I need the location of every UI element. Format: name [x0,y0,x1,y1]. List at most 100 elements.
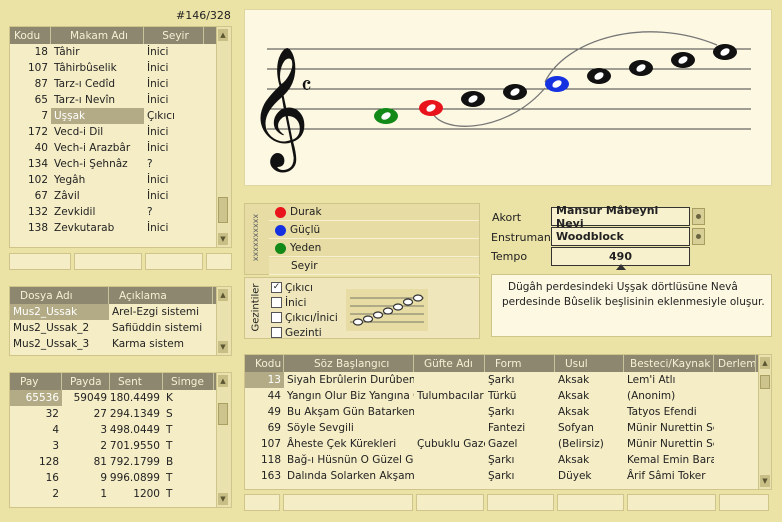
scroll-down-icon[interactable]: ▼ [218,493,228,505]
table-row[interactable]: 102 Yegâh İnici [10,172,231,188]
table-cell: Fantezi [488,422,526,434]
col-pay[interactable]: Pay [10,373,62,390]
table-row[interactable]: 132 Zevkidil? [10,204,231,220]
akort-select-button[interactable] [692,208,705,225]
record-counter: #146/328 [176,9,231,22]
table-cell: Vech-i Arazbâr [54,142,131,154]
table-row[interactable]: 16 9 996.0899 T [10,470,231,486]
akort-field[interactable]: Mansur Mâbeyni Neyi [551,204,690,230]
table-row[interactable]: 18 Tâhir İnici [10,44,231,60]
table-cell: Uşşak [51,108,144,124]
col-dosya-adi[interactable]: Dosya Adı [10,287,109,304]
gezinti-checkbox[interactable]: ✓ Çıkıcı [271,280,338,295]
table-row[interactable]: 65536 59049 180.4499 K [10,390,231,406]
table-row[interactable]: 32 27 294.1349 S [10,406,231,422]
table-row[interactable]: 65 Tarz-ı Nevîn İnici [10,92,231,108]
table-row[interactable]: 138 Zevkutarab İnici [10,220,231,236]
scroll-thumb[interactable] [218,403,228,425]
scroll-thumb[interactable] [760,375,770,389]
table-row[interactable]: 172 Vecd-i Dil İnici [10,124,231,140]
table-cell: Aksak [558,406,590,418]
table-cell: Ârif Sâmi Toker [627,470,706,482]
table-row[interactable]: 128 81 792.1799 B [10,454,231,470]
table-row[interactable]: 13 Siyah Ebrûlerin Durûben Ç Şarkı Aksak Lem… [245,372,771,388]
gezinti-checkbox[interactable]: Gezinti [271,325,338,340]
scroll-down-icon[interactable]: ▼ [760,475,770,487]
scroll-down-icon[interactable]: ▼ [218,341,228,353]
table-row[interactable]: 67 Zâvil İnici [10,188,231,204]
scroll-up-icon[interactable]: ▲ [218,375,228,387]
songs-table-body: 13 Siyah Ebrûlerin Durûben Ç Şarkı Aksak Lem… [245,372,771,484]
table-row[interactable]: 163 Dalında Solarken Akşamın Şarkı Düyek Âri… [245,468,771,484]
table-row[interactable]: Mus2_Ussak_2 Safiüddin sistemi [10,320,231,336]
table-cell: T [166,440,173,452]
enstruman-select-button[interactable] [692,228,705,245]
legend-label: Güçlü [290,224,321,236]
table-cell: 1 [100,488,107,500]
table-cell: 2 [52,488,59,500]
legend-dot-icon [275,224,286,236]
col-kodu[interactable]: Kodu [10,27,51,44]
scroll-up-icon[interactable]: ▲ [218,289,228,301]
makam-scrollbar[interactable]: ▲ ▼ [216,27,231,247]
table-cell: 1200 [133,488,160,500]
col-aciklama[interactable]: Açıklama [109,287,213,304]
col-payda[interactable]: Payda [62,373,110,390]
table-cell: İnici [147,46,169,58]
scroll-down-icon[interactable]: ▼ [218,233,228,245]
table-row[interactable]: Mus2_Ussak Arel-Ezgi sistemi [10,304,231,320]
table-row[interactable]: 3 2 701.9550 T [10,438,231,454]
col-form[interactable]: Form [485,355,555,372]
table-row[interactable]: 40 Vech-i Arazbâr İnici [10,140,231,156]
col-gufte-adi[interactable]: Güfte Adı [414,355,485,372]
col-makam-adi[interactable]: Makam Adı [51,27,144,44]
table-cell: Tatyos Efendi [627,406,697,418]
col-seyir[interactable]: Seyir [144,27,204,44]
table-cell: 3 [52,440,59,452]
table-row[interactable]: 134 Vech-i Şehnâz? [10,156,231,172]
gezinti-checkbox[interactable]: İnici [271,295,338,310]
table-cell: 65 [34,94,48,106]
scroll-up-icon[interactable]: ▲ [218,29,228,41]
gezinti-checkbox[interactable]: Çıkıcı/İnici [271,310,338,325]
tempo-slider-arrow-icon[interactable] [616,264,626,270]
table-cell: İnici [147,78,169,90]
ratio-scrollbar[interactable]: ▲ ▼ [216,373,231,507]
table-cell: Mus2_Ussak_2 [13,322,90,334]
table-row[interactable]: 4 3 498.0449 T [10,422,231,438]
table-cell: 172 [27,126,48,138]
table-cell: Türkü [488,390,517,402]
scroll-up-icon[interactable]: ▲ [760,357,770,369]
col-song-kodu[interactable]: Kodu [245,355,284,372]
table-row[interactable]: 87 Tarz-ı Cedîd İnici [10,76,231,92]
table-cell: Münir Nurettin Sel [627,422,714,434]
table-row[interactable]: 107 Tâhirbûselik İnici [10,60,231,76]
table-row[interactable]: 2 1 1200 T [10,486,231,502]
table-cell: Karma sistem [112,338,184,350]
col-soz-baslangici[interactable]: Söz Başlangıcı [284,355,414,372]
table-cell: Bu Akşam Gün Batarken Ge [287,406,414,418]
table-cell: 294.1349 [110,408,160,420]
table-row[interactable]: 107 Âheste Çek Kürekleri Çubuklu Gaze Gazel… [245,436,771,452]
table-cell: B [166,456,174,468]
table-row[interactable]: 49 Bu Akşam Gün Batarken Ge Şarkı Aksak Taty… [245,404,771,420]
tempo-label: Tempo [491,250,528,263]
songs-scrollbar[interactable]: ▲ ▼ [758,355,771,489]
scroll-thumb[interactable] [218,197,228,223]
table-row[interactable]: 69 Söyle Sevgili Fantezi Sofyan Münir Nurett… [245,420,771,436]
table-cell: Düyek [558,470,592,482]
table-cell: 138 [27,222,48,234]
table-cell: Şarkı [488,454,515,466]
dosya-scrollbar[interactable]: ▲ ▼ [216,287,231,355]
enstruman-field[interactable]: Woodblock [551,227,690,246]
table-row[interactable]: 44 Yangın Olur Biz Yangına Gi Tulumbacılar… [245,388,771,404]
table-row[interactable]: Mus2_Ussak_3 Karma sistem [10,336,231,352]
table-cell: Aksak [558,390,590,402]
table-row[interactable]: 118 Bağ-ı Hüsnün O Güzel Gülle Şarkı Aksak K… [245,452,771,468]
table-row[interactable]: 7 Uşşak Çıkıcı [10,108,231,124]
col-simge[interactable]: Simge [163,373,214,390]
col-derlem[interactable]: Derlem [714,355,756,372]
col-sent[interactable]: Sent [110,373,163,390]
col-besteci[interactable]: Besteci/Kaynak Ki [624,355,714,372]
col-usul[interactable]: Usul [555,355,624,372]
